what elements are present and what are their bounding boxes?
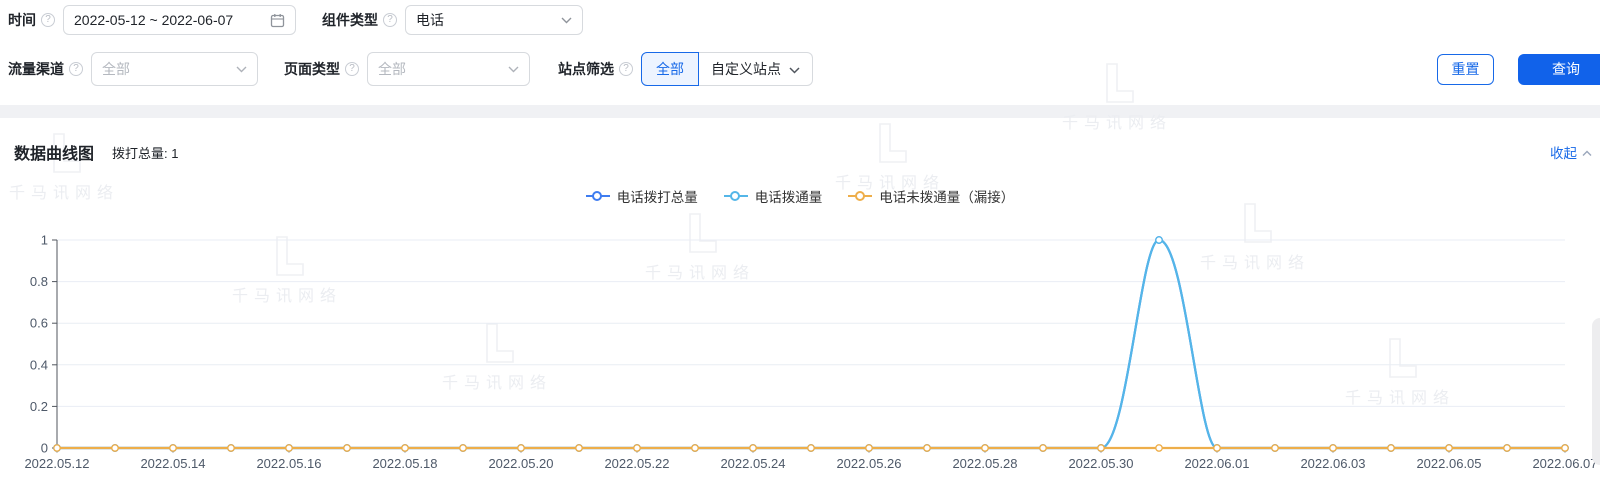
- svg-text:2022.05.12: 2022.05.12: [24, 456, 89, 471]
- chevron-down-icon: [508, 66, 519, 73]
- svg-text:2022.05.22: 2022.05.22: [604, 456, 669, 471]
- scrollbar-thumb[interactable]: [1592, 318, 1600, 465]
- svg-text:2022.06.05: 2022.06.05: [1416, 456, 1481, 471]
- site-filter-label: 站点筛选: [558, 59, 614, 79]
- series-电话拨通量[interactable]: [54, 237, 1568, 451]
- site-custom-label: 自定义站点: [711, 59, 781, 79]
- svg-text:2022.05.18: 2022.05.18: [372, 456, 437, 471]
- legend-label: 电话拨通量: [755, 186, 823, 206]
- svg-text:0: 0: [41, 441, 48, 456]
- svg-text:2022.06.07: 2022.06.07: [1532, 456, 1597, 471]
- time-label: 时间: [8, 10, 36, 30]
- date-range-value: 2022-05-12 ~ 2022-06-07: [74, 12, 262, 28]
- date-range-picker[interactable]: 2022-05-12 ~ 2022-06-07: [63, 5, 296, 35]
- svg-text:2022.05.16: 2022.05.16: [256, 456, 321, 471]
- y-axis: 0 0.2 0.4 0.6 0.8 1: [30, 233, 1565, 456]
- filter-row-2: 流量渠道 ? 全部 页面类型 ? 全部 站点筛选 ? 全部 自定义站: [8, 52, 1600, 86]
- page-type-label: 页面类型: [284, 59, 340, 79]
- traffic-channel-help-icon[interactable]: ?: [69, 62, 83, 76]
- dial-total-text: 拨打总量: 1: [112, 143, 178, 162]
- site-all-button[interactable]: 全部: [641, 52, 699, 86]
- svg-text:2022.05.24: 2022.05.24: [720, 456, 785, 471]
- time-help-icon[interactable]: ?: [41, 13, 55, 27]
- component-type-value: 电话: [416, 10, 553, 30]
- svg-text:0.4: 0.4: [30, 357, 48, 372]
- calendar-icon: [270, 13, 285, 28]
- site-filter-help-icon[interactable]: ?: [619, 62, 633, 76]
- legend-item[interactable]: 电话未拨通量（漏接）: [848, 186, 1014, 206]
- query-button[interactable]: 查询: [1518, 54, 1600, 85]
- svg-text:0.2: 0.2: [30, 399, 48, 414]
- svg-text:2022.05.14: 2022.05.14: [140, 456, 205, 471]
- svg-text:2022.05.28: 2022.05.28: [952, 456, 1017, 471]
- chevron-down-icon: [561, 17, 572, 24]
- chevron-down-icon: [789, 61, 800, 77]
- site-filter-segmented-control: 全部 自定义站点: [641, 52, 813, 86]
- collapse-label: 收起: [1550, 142, 1577, 162]
- svg-text:2022.06.03: 2022.06.03: [1300, 456, 1365, 471]
- legend-item[interactable]: 电话拨通量: [724, 186, 823, 206]
- svg-text:0.8: 0.8: [30, 274, 48, 289]
- reset-button[interactable]: 重置: [1437, 54, 1494, 85]
- traffic-channel-label: 流量渠道: [8, 59, 64, 79]
- component-type-select[interactable]: 电话: [405, 5, 583, 35]
- svg-text:1: 1: [41, 233, 48, 248]
- page-type-value: 全部: [378, 59, 500, 79]
- legend-marker-icon: [586, 191, 610, 202]
- site-custom-button[interactable]: 自定义站点: [699, 52, 813, 86]
- svg-text:0.6: 0.6: [30, 316, 48, 331]
- traffic-channel-select[interactable]: 全部: [91, 52, 258, 86]
- chevron-up-icon: [1582, 145, 1592, 160]
- page: 千马讯网络千马讯网络千马讯网络千马讯网络千马讯网络千马讯网络千马讯网络千马讯网络…: [0, 0, 1600, 490]
- chart-title: 数据曲线图: [14, 140, 94, 164]
- svg-text:2022.06.01: 2022.06.01: [1184, 456, 1249, 471]
- svg-text:2022.05.20: 2022.05.20: [488, 456, 553, 471]
- svg-text:2022.05.30: 2022.05.30: [1068, 456, 1133, 471]
- chart-legend: 电话拨打总量 电话拨通量 电话未拨通量（漏接）: [0, 186, 1600, 206]
- traffic-channel-value: 全部: [102, 59, 228, 79]
- chart-header: 数据曲线图 拨打总量: 1 收起: [14, 140, 1592, 164]
- component-type-help-icon[interactable]: ?: [383, 13, 397, 27]
- legend-marker-icon: [848, 191, 872, 202]
- svg-text:2022.05.26: 2022.05.26: [836, 456, 901, 471]
- series-电话未拨通量（漏接）[interactable]: [54, 445, 1568, 451]
- legend-label: 电话未拨通量（漏接）: [879, 186, 1014, 206]
- chevron-down-icon: [236, 66, 247, 73]
- page-type-help-icon[interactable]: ?: [345, 62, 359, 76]
- line-chart[interactable]: 0 0.2 0.4 0.6 0.8 1 2022.05.12 2022.05.14 2022.0…: [0, 218, 1600, 480]
- legend-marker-icon: [724, 191, 748, 202]
- filter-row-1: 时间 ? 2022-05-12 ~ 2022-06-07 组件类型 ? 电话: [8, 5, 1600, 35]
- series-电话拨打总量[interactable]: [54, 237, 1568, 451]
- component-type-label: 组件类型: [322, 10, 378, 30]
- legend-item[interactable]: 电话拨打总量: [586, 186, 698, 206]
- legend-label: 电话拨打总量: [617, 186, 698, 206]
- page-type-select[interactable]: 全部: [367, 52, 530, 86]
- collapse-link[interactable]: 收起: [1550, 142, 1592, 162]
